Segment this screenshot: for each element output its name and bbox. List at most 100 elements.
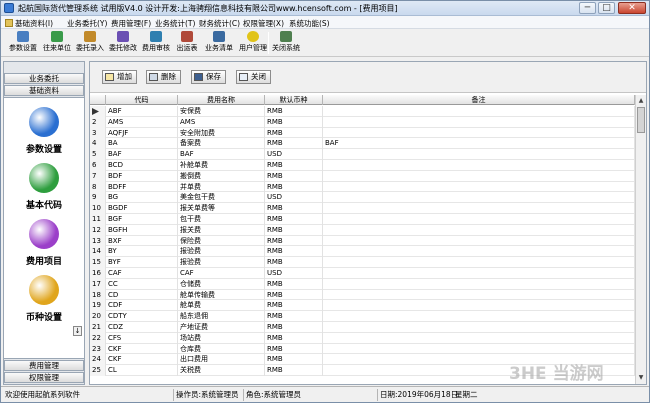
table-cell[interactable]: 补舱单费 <box>178 160 265 171</box>
table-cell[interactable]: CL <box>106 365 178 376</box>
table-row[interactable]: 6 BCD 补舱单费 RMB <box>90 160 635 171</box>
table-row[interactable]: 15 BYF 报验费 RMB <box>90 257 635 268</box>
table-cell[interactable]: RMB <box>265 160 323 171</box>
table-cell[interactable]: 关税费 <box>178 365 265 376</box>
table-cell[interactable]: BAF <box>178 149 265 160</box>
table-cell[interactable]: RMB <box>265 170 323 182</box>
table-cell[interactable] <box>323 322 635 333</box>
table-cell[interactable]: RMB <box>265 138 323 150</box>
table-cell[interactable]: CD <box>106 289 178 301</box>
sidebar-item-2[interactable]: 费用项目 <box>4 215 84 273</box>
table-cell[interactable] <box>323 311 635 322</box>
table-cell[interactable] <box>323 343 635 355</box>
table-cell[interactable]: 报验费 <box>178 246 265 258</box>
table-cell[interactable]: RMB <box>265 322 323 333</box>
table-cell[interactable]: CDF <box>106 300 178 312</box>
table-cell[interactable]: 船东退佣 <box>178 311 265 322</box>
table-cell[interactable]: RMB <box>265 365 323 376</box>
table-cell[interactable]: 仓储费 <box>178 278 265 290</box>
toolbar-button-0[interactable]: 参数设置 <box>7 31 39 55</box>
table-cell[interactable] <box>323 149 635 160</box>
table-cell[interactable]: 保险费 <box>178 235 265 247</box>
table-cell[interactable] <box>323 235 635 247</box>
sidebar-header-basic[interactable]: 基础资料 <box>4 85 84 96</box>
add-button[interactable]: 增加 <box>102 70 137 84</box>
table-cell[interactable]: 报关单费等 <box>178 203 265 214</box>
table-row[interactable]: 12 BGFH 报关费 RMB <box>90 224 635 236</box>
table-row[interactable]: 19 CDF 舱单费 RMB <box>90 300 635 312</box>
table-cell[interactable]: RMB <box>265 203 323 214</box>
table-row[interactable]: 14 BY 报验费 RMB <box>90 246 635 258</box>
table-cell[interactable]: USD <box>265 268 323 279</box>
table-cell[interactable]: RMB <box>265 246 323 258</box>
table-cell[interactable] <box>323 289 635 301</box>
menu-fees[interactable]: 费用管理(F) <box>111 18 151 28</box>
sidebar-header-business[interactable]: 业务委托 <box>4 73 84 84</box>
table-cell[interactable] <box>323 192 635 204</box>
table-cell[interactable]: BG <box>106 192 178 204</box>
table-cell[interactable]: AMS <box>106 116 178 128</box>
table-cell[interactable]: USD <box>265 192 323 204</box>
table-cell[interactable]: CC <box>106 278 178 290</box>
table-cell[interactable] <box>323 160 635 171</box>
grid-col-currency[interactable]: 默认币种 <box>265 95 323 105</box>
table-row[interactable]: 8 BDFF 并单费 RMB <box>90 181 635 193</box>
table-cell[interactable] <box>323 332 635 344</box>
table-cell[interactable]: BDFF <box>106 181 178 193</box>
grid-scrollbar[interactable]: ▲ ▼ <box>635 95 646 384</box>
table-cell[interactable]: RMB <box>265 300 323 312</box>
table-row[interactable]: 3 AQFJF 安全附加费 RMB <box>90 127 635 139</box>
table-cell[interactable] <box>323 181 635 193</box>
table-row[interactable]: ABF 安保费 RMB <box>90 106 635 117</box>
table-cell[interactable]: RMB <box>265 257 323 268</box>
table-cell[interactable]: 包干费 <box>178 214 265 225</box>
table-cell[interactable]: BGF <box>106 214 178 225</box>
table-cell[interactable]: 报验费 <box>178 257 265 268</box>
table-cell[interactable]: RMB <box>265 181 323 193</box>
grid-col-name[interactable]: 费用名称 <box>178 95 265 105</box>
table-row[interactable]: 17 CC 仓储费 RMB <box>90 278 635 290</box>
sidebar-item-1[interactable]: 基本代码 <box>4 159 84 217</box>
toolbar-button-4[interactable]: 费用审核 <box>140 31 172 55</box>
table-cell[interactable]: BAF <box>323 138 635 150</box>
menu-system[interactable]: 系统功能(S) <box>289 18 330 28</box>
toolbar-button-5[interactable]: 出运表 <box>173 31 201 55</box>
table-cell[interactable]: BGDF <box>106 203 178 214</box>
table-cell[interactable] <box>323 106 635 117</box>
table-cell[interactable]: USD <box>265 149 323 160</box>
table-cell[interactable]: RMB <box>265 311 323 322</box>
table-cell[interactable]: CAF <box>106 268 178 279</box>
table-cell[interactable]: CFS <box>106 332 178 344</box>
scroll-down-icon[interactable]: ▼ <box>637 373 645 382</box>
table-cell[interactable]: BXF <box>106 235 178 247</box>
table-cell[interactable]: 舱单传输费 <box>178 289 265 301</box>
table-cell[interactable]: RMB <box>265 289 323 301</box>
table-row[interactable]: 10 BGDF 报关单费等 RMB <box>90 203 635 214</box>
menu-permissions[interactable]: 权限管理(X) <box>243 18 284 28</box>
table-cell[interactable]: BA <box>106 138 178 150</box>
table-cell[interactable]: CKF <box>106 354 178 366</box>
table-cell[interactable] <box>323 268 635 279</box>
table-cell[interactable]: RMB <box>265 214 323 225</box>
table-cell[interactable]: RMB <box>265 106 323 117</box>
table-cell[interactable]: 搬倒费 <box>178 170 265 182</box>
sidebar-header-fees[interactable]: 费用管理 <box>4 360 84 371</box>
toolbar-button-6[interactable]: 业务清单 <box>203 31 235 55</box>
menu-finance-stats[interactable]: 财务统计(C) <box>199 18 240 28</box>
table-cell[interactable]: 场站费 <box>178 332 265 344</box>
table-cell[interactable]: CKF <box>106 343 178 355</box>
table-cell[interactable] <box>323 257 635 268</box>
table-cell[interactable]: BGFH <box>106 224 178 236</box>
grid-col-code[interactable]: 代码 <box>106 95 178 105</box>
table-cell[interactable]: 仓库费 <box>178 343 265 355</box>
toolbar-button-7[interactable]: 用户管理 <box>237 31 269 55</box>
sidebar-scroll-button[interactable]: ↓ <box>73 326 82 336</box>
table-cell[interactable] <box>323 278 635 290</box>
grid-col-rownum[interactable] <box>90 95 106 105</box>
table-row[interactable]: 16 CAF CAF USD <box>90 268 635 279</box>
table-cell[interactable] <box>323 246 635 258</box>
table-cell[interactable]: 出口费用 <box>178 354 265 366</box>
table-cell[interactable]: RMB <box>265 116 323 128</box>
save-button[interactable]: 保存 <box>191 70 226 84</box>
grid-col-remark[interactable]: 备注 <box>323 95 635 105</box>
